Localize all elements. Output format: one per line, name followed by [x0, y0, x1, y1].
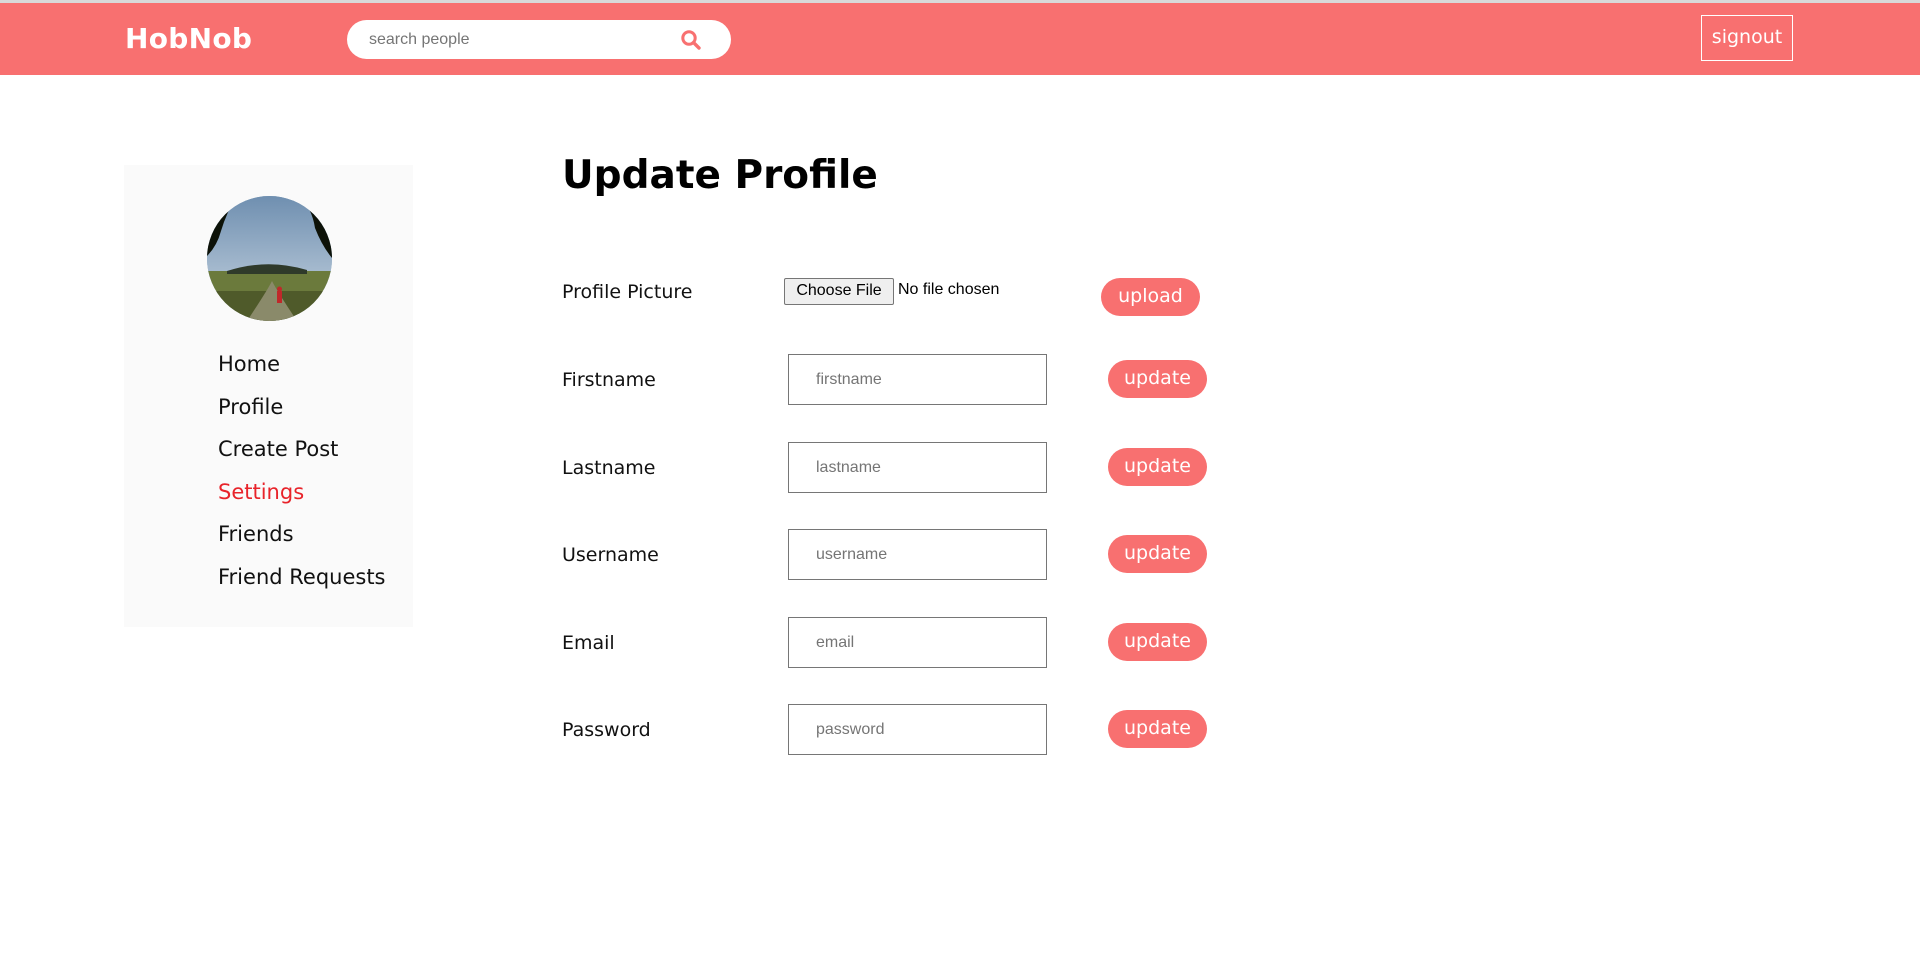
search-input[interactable] — [369, 20, 669, 59]
choose-file-button[interactable]: Choose File — [784, 278, 894, 305]
upload-button[interactable]: upload — [1101, 278, 1200, 316]
brand-logo[interactable]: HobNob — [125, 22, 252, 55]
update-lastname-button[interactable]: update — [1108, 448, 1207, 486]
update-username-button[interactable]: update — [1108, 535, 1207, 573]
sidebar-item-settings[interactable]: Settings — [218, 476, 386, 519]
sidebar-item-friend-requests[interactable]: Friend Requests — [218, 561, 386, 604]
sidebar-item-friends[interactable]: Friends — [218, 518, 386, 561]
top-navbar: HobNob signout — [0, 3, 1920, 75]
search-bar — [347, 20, 731, 59]
lastname-field[interactable] — [788, 442, 1047, 493]
avatar[interactable] — [207, 196, 332, 321]
email-field[interactable] — [788, 617, 1047, 668]
email-label: Email — [562, 632, 615, 654]
username-label: Username — [562, 544, 659, 566]
password-label: Password — [562, 719, 651, 741]
sidebar-item-profile[interactable]: Profile — [218, 391, 386, 434]
avatar-photo — [207, 196, 332, 321]
update-firstname-button[interactable]: update — [1108, 360, 1207, 398]
profile-picture-label: Profile Picture — [562, 281, 693, 303]
firstname-field[interactable] — [788, 354, 1047, 405]
sidebar-nav: Home Profile Create Post Settings Friend… — [218, 348, 386, 603]
username-field[interactable] — [788, 529, 1047, 580]
page-title: Update Profile — [562, 153, 878, 198]
sidebar-item-create-post[interactable]: Create Post — [218, 433, 386, 476]
update-email-button[interactable]: update — [1108, 623, 1207, 661]
firstname-label: Firstname — [562, 369, 656, 391]
update-password-button[interactable]: update — [1108, 710, 1207, 748]
password-field[interactable] — [788, 704, 1047, 755]
lastname-label: Lastname — [562, 457, 656, 479]
file-status-text: No file chosen — [898, 281, 1000, 298]
signout-button[interactable]: signout — [1701, 15, 1793, 61]
sidebar: Home Profile Create Post Settings Friend… — [124, 165, 413, 627]
sidebar-item-home[interactable]: Home — [218, 348, 386, 391]
search-icon[interactable] — [680, 29, 702, 51]
